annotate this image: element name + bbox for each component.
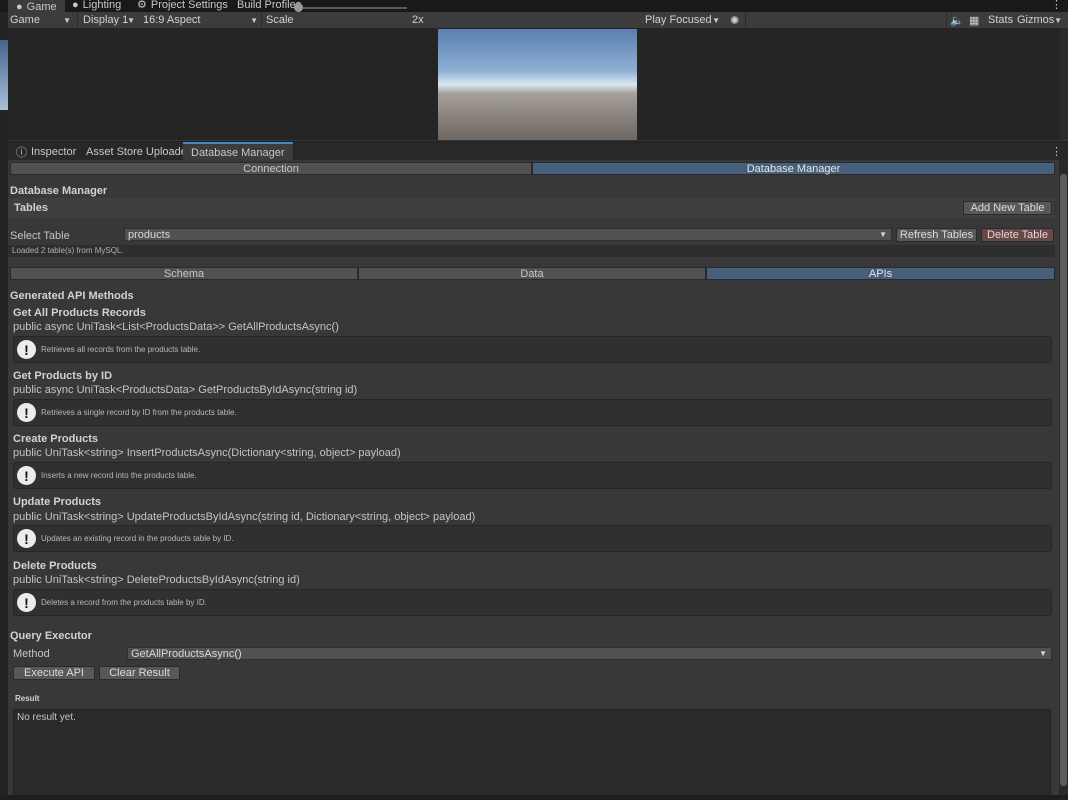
query-executor-title: Query Executor bbox=[10, 630, 92, 642]
tab-build-profiles[interactable]: Build Profiles bbox=[237, 0, 301, 12]
scale-value: 2x bbox=[412, 14, 424, 26]
dropdown-arrow-icon: ▼ bbox=[1054, 15, 1062, 25]
info-exclamation-icon: ! bbox=[17, 593, 36, 612]
delete-table-button[interactable]: Delete Table bbox=[981, 228, 1054, 242]
dropdown-arrow-icon: ▼ bbox=[250, 15, 258, 25]
scale-slider-thumb[interactable] bbox=[294, 3, 303, 12]
api-help-text: Updates an existing record in the produc… bbox=[41, 534, 234, 543]
tab-inspector[interactable]: ⓘ Inspector bbox=[8, 142, 84, 161]
api-method-signature: public async UniTask<List<ProductsData>>… bbox=[13, 321, 339, 333]
bulb-icon: ● bbox=[72, 0, 79, 11]
api-method-name: Update Products bbox=[13, 496, 102, 508]
left-panel-preview bbox=[0, 40, 8, 110]
api-help-box: ! Retrieves all records from the product… bbox=[13, 336, 1052, 363]
tab-apis[interactable]: APIs bbox=[706, 267, 1055, 280]
api-method-name: Delete Products bbox=[13, 560, 97, 572]
divider bbox=[946, 13, 947, 27]
tab-database-manager[interactable]: Database Manager bbox=[183, 142, 293, 161]
inspector-tab-strip: ⓘ Inspector Asset Store Uploader Databas… bbox=[8, 141, 1068, 161]
clear-result-button[interactable]: Clear Result bbox=[99, 666, 180, 680]
tab-database-manager-main[interactable]: Database Manager bbox=[532, 162, 1055, 175]
scale-label: Scale bbox=[266, 14, 294, 26]
method-select-dropdown[interactable]: GetAllProductsAsync() ▼ bbox=[127, 647, 1052, 660]
dropdown-arrow-icon: ▼ bbox=[879, 230, 887, 239]
info-exclamation-icon: ! bbox=[17, 466, 36, 485]
result-label: Result bbox=[15, 694, 40, 703]
divider bbox=[745, 13, 746, 27]
api-method-name: Create Products bbox=[13, 433, 98, 445]
api-help-text: Inserts a new record into the products t… bbox=[41, 471, 197, 480]
gear-icon: ⚙ bbox=[137, 0, 147, 11]
tables-label: Tables bbox=[14, 202, 49, 214]
api-method-signature: public UniTask<string> InsertProductsAsy… bbox=[13, 447, 401, 459]
game-toolbar: Game ▼ Display 1 ▼ 16:9 Aspect ▼ Scale 2… bbox=[8, 12, 1068, 29]
dropdown-arrow-icon: ▼ bbox=[1039, 649, 1047, 658]
api-method-name: Get All Products Records bbox=[13, 307, 146, 319]
status-strip bbox=[0, 795, 1068, 800]
api-method-signature: public UniTask<string> UpdateProductsByI… bbox=[13, 511, 476, 523]
api-help-box: ! Updates an existing record in the prod… bbox=[13, 525, 1052, 552]
keyboard-icon[interactable]: ▦ bbox=[969, 13, 979, 27]
left-panel-edge bbox=[0, 12, 8, 800]
aspect-dropdown[interactable]: 16:9 Aspect ▼ bbox=[143, 13, 261, 27]
api-method-name: Get Products by ID bbox=[13, 370, 113, 382]
divider bbox=[77, 13, 78, 27]
info-exclamation-icon: ! bbox=[17, 403, 36, 422]
gizmos-dropdown[interactable]: Gizmos ▼ bbox=[1017, 13, 1065, 27]
dropdown-arrow-icon: ▼ bbox=[127, 15, 135, 25]
api-help-box: ! Inserts a new record into the products… bbox=[13, 462, 1052, 489]
more-menu-icon[interactable]: ⋮ bbox=[1051, 0, 1062, 11]
gamepad-icon: ● bbox=[16, 0, 23, 13]
tab-project-settings[interactable]: ⚙ Project Settings bbox=[137, 0, 228, 12]
api-help-text: Deletes a record from the products table… bbox=[41, 598, 207, 607]
status-bar bbox=[8, 245, 1055, 257]
add-new-table-button[interactable]: Add New Table bbox=[963, 201, 1052, 215]
result-textarea[interactable] bbox=[13, 709, 1051, 800]
method-label: Method bbox=[13, 648, 50, 660]
tab-lighting[interactable]: ● Lighting bbox=[72, 0, 121, 12]
dropdown-arrow-icon: ▼ bbox=[63, 15, 71, 25]
api-help-text: Retrieves a single record by ID from the… bbox=[41, 408, 237, 417]
info-exclamation-icon: ! bbox=[17, 529, 36, 548]
select-table-label: Select Table bbox=[10, 230, 70, 242]
tab-schema[interactable]: Schema bbox=[10, 267, 358, 280]
api-method-signature: public UniTask<string> DeleteProductsByI… bbox=[13, 574, 300, 586]
bug-icon[interactable]: ✺ bbox=[730, 13, 739, 27]
api-help-box: ! Deletes a record from the products tab… bbox=[13, 589, 1052, 616]
result-text: No result yet. bbox=[17, 712, 76, 723]
game-render bbox=[438, 29, 637, 140]
game-view-dropdown[interactable]: Game ▼ bbox=[10, 13, 74, 27]
play-mode-dropdown[interactable]: Play Focused ▼ bbox=[645, 13, 723, 27]
tab-connection[interactable]: Connection bbox=[10, 162, 532, 175]
panel-title: Database Manager bbox=[10, 185, 108, 197]
dropdown-arrow-icon: ▼ bbox=[712, 15, 720, 25]
table-select-dropdown[interactable]: products ▼ bbox=[124, 228, 892, 241]
execute-api-button[interactable]: Execute API bbox=[13, 666, 95, 680]
status-text: Loaded 2 table(s) from MySQL. bbox=[12, 246, 124, 255]
panel-scrollbar-thumb[interactable] bbox=[1060, 174, 1067, 786]
api-method-signature: public async UniTask<ProductsData> GetPr… bbox=[13, 384, 358, 396]
api-section-title: Generated API Methods bbox=[10, 290, 134, 302]
tables-header bbox=[8, 198, 1054, 218]
divider bbox=[261, 13, 262, 27]
info-exclamation-icon: ! bbox=[17, 340, 36, 359]
api-help-text: Retrieves all records from the products … bbox=[41, 345, 201, 354]
tab-asset-store-uploader[interactable]: Asset Store Uploader bbox=[78, 142, 199, 161]
display-dropdown[interactable]: Display 1 ▼ bbox=[83, 13, 138, 27]
editor-tab-strip: ● Game ● Lighting ⚙ Project Settings Bui… bbox=[0, 0, 1068, 14]
api-help-box: ! Retrieves a single record by ID from t… bbox=[13, 399, 1052, 426]
info-icon: ⓘ bbox=[16, 146, 27, 159]
audio-mute-icon[interactable]: 🔈 bbox=[950, 13, 964, 27]
refresh-tables-button[interactable]: Refresh Tables bbox=[896, 228, 977, 242]
stats-button[interactable]: Stats bbox=[988, 13, 1013, 27]
scale-slider-track[interactable] bbox=[297, 7, 407, 9]
game-scrollbar bbox=[1060, 29, 1068, 140]
tab-data[interactable]: Data bbox=[358, 267, 706, 280]
more-menu-icon[interactable]: ⋮ bbox=[1051, 145, 1062, 158]
